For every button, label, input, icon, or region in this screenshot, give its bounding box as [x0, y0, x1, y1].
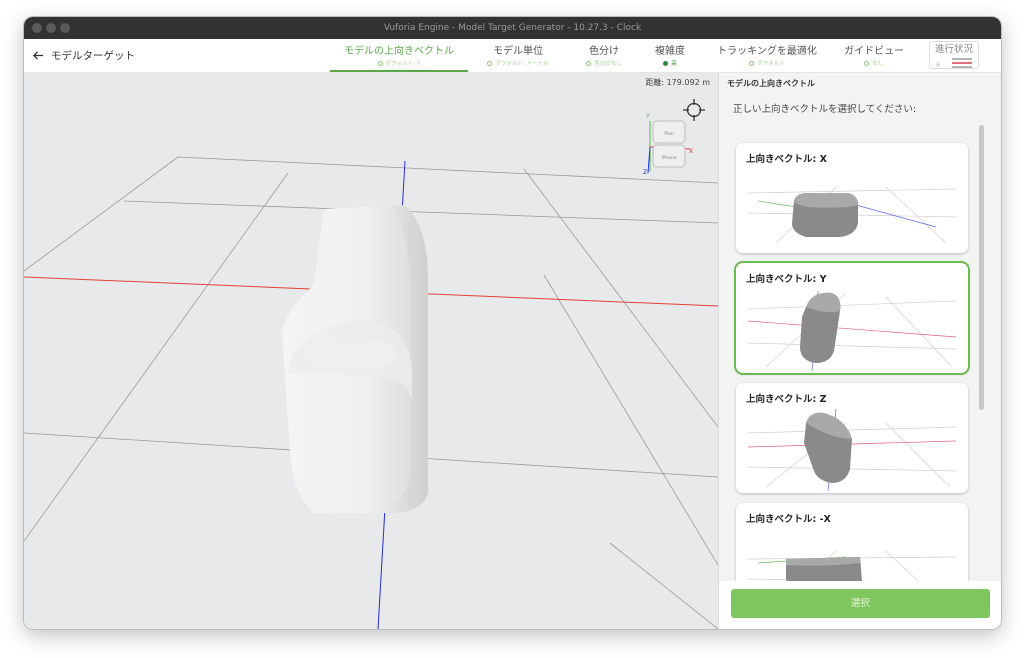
- 3d-viewport[interactable]: 距離: 179.092 m Plan iPhone Y X Z: [24, 73, 718, 629]
- minimize-window-button[interactable]: [46, 23, 56, 33]
- close-window-button[interactable]: [32, 23, 42, 33]
- window-title: Vuforia Engine - Model Target Generator …: [383, 23, 642, 33]
- tab-guide-view[interactable]: ガイドビュー なし: [832, 42, 916, 72]
- tab-status: デフォルト: Y: [385, 61, 421, 67]
- distance-readout: 距離: 179.092 m: [645, 78, 710, 87]
- zoom-window-button[interactable]: [60, 23, 70, 33]
- tab-model-up-vector[interactable]: モデルの上向きベクトル デフォルト: Y: [330, 42, 468, 72]
- progress-button[interactable]: 進行状況 高: [929, 41, 979, 69]
- gizmo-z-label: Z: [643, 169, 647, 175]
- step-navigation: モデルターゲット モデルの上向きベクトル デフォルト: Y モデル単位 デフォル…: [24, 39, 1001, 73]
- tab-label: ガイドビュー: [844, 46, 904, 57]
- tab-status: デフォルト: [757, 61, 785, 67]
- progress-mini-label: 高: [936, 62, 940, 67]
- status-dot-icon: [586, 60, 592, 66]
- tab-optimize-tracking[interactable]: トラッキングを最適化 デフォルト: [708, 42, 826, 72]
- up-vector-panel: モデルの上向きベクトル 正しい上向きベクトルを選択してください: 上向きベクトル…: [718, 73, 1001, 629]
- tab-status: 色分けなし: [594, 61, 622, 67]
- progress-bars-icon: [952, 58, 972, 70]
- gizmo-x-label: X: [689, 148, 693, 155]
- tab-label: 複雑度: [655, 46, 685, 57]
- gizmo-top-label: Plan: [664, 131, 674, 137]
- up-vector-option-y[interactable]: 上向きベクトル: Y: [736, 263, 968, 373]
- option-label: 上向きベクトル: Y: [746, 274, 827, 285]
- tab-label: 色分け: [589, 46, 619, 57]
- status-dot-icon: [864, 60, 870, 66]
- panel-footer: 選択: [719, 581, 1001, 629]
- tab-status: なし: [872, 61, 884, 67]
- tab-model-units[interactable]: モデル単位 デフォルト: メートル: [476, 42, 560, 72]
- status-dot-icon: [487, 60, 493, 66]
- panel-instruction: 正しい上向きベクトルを選択してください:: [733, 104, 917, 115]
- panel-scrollbar[interactable]: [979, 125, 984, 410]
- back-button[interactable]: モデルターゲット: [32, 39, 135, 72]
- tab-coloring[interactable]: 色分け 色分けなし: [572, 42, 636, 72]
- option-label: 上向きベクトル: X: [746, 154, 827, 165]
- tab-label: モデルの上向きベクトル: [344, 46, 454, 57]
- tab-status: デフォルト: メートル: [495, 61, 549, 67]
- title-bar: Vuforia Engine - Model Target Generator …: [24, 17, 1001, 39]
- tab-complexity[interactable]: 複雑度 高: [638, 42, 702, 72]
- status-dot-icon: [663, 60, 669, 66]
- up-vector-option-z[interactable]: 上向きベクトル: Z: [736, 383, 968, 493]
- tab-label: トラッキングを最適化: [717, 46, 817, 57]
- gizmo-y-label: Y: [645, 113, 650, 120]
- progress-label: 進行状況: [934, 44, 973, 55]
- option-label: 上向きベクトル: Z: [746, 394, 827, 405]
- view-cube-gizmo[interactable]: Plan iPhone Y X Z: [640, 109, 700, 175]
- status-dot-icon: [377, 60, 383, 66]
- gizmo-front-label: iPhone: [661, 155, 676, 161]
- tab-status: 高: [671, 61, 677, 67]
- option-label: 上向きベクトル: -X: [746, 514, 831, 525]
- back-label: モデルターゲット: [51, 50, 135, 62]
- select-button[interactable]: 選択: [731, 589, 990, 618]
- app-window: Vuforia Engine - Model Target Generator …: [24, 17, 1001, 629]
- status-dot-icon: [749, 60, 755, 66]
- arrow-left-icon: [32, 51, 44, 60]
- tab-label: モデル単位: [493, 46, 543, 57]
- active-tab-indicator: [330, 70, 468, 72]
- panel-title: モデルの上向きベクトル: [727, 79, 815, 88]
- model-scene: [24, 156, 718, 629]
- clock-model: [282, 205, 428, 513]
- up-vector-option-x[interactable]: 上向きベクトル: X: [736, 143, 968, 253]
